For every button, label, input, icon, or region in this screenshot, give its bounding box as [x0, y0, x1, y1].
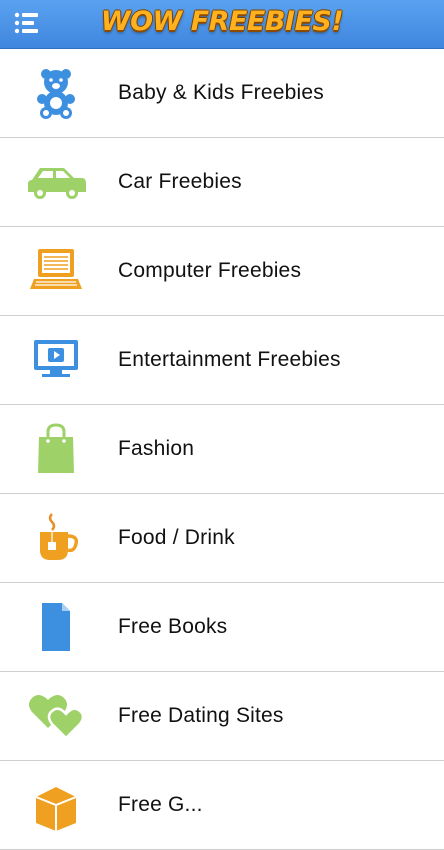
category-item-fashion[interactable]: Fashion [0, 405, 444, 494]
category-list: Baby & Kids Freebies Car Freebies Comput… [0, 49, 444, 850]
game-box-icon [24, 779, 88, 831]
category-item-entertainment[interactable]: Entertainment Freebies [0, 316, 444, 405]
category-item-baby-kids[interactable]: Baby & Kids Freebies [0, 49, 444, 138]
category-item-free-games[interactable]: Free G... [0, 761, 444, 850]
category-label: Baby & Kids Freebies [118, 81, 324, 104]
category-label: Entertainment Freebies [118, 348, 341, 371]
category-item-free-dating[interactable]: Free Dating Sites [0, 672, 444, 761]
laptop-icon [24, 245, 88, 297]
category-item-food-drink[interactable]: Food / Drink [0, 494, 444, 583]
hot-drink-icon [24, 512, 88, 564]
category-label: Car Freebies [118, 170, 242, 193]
two-hearts-icon [24, 690, 88, 742]
tv-play-icon [24, 334, 88, 386]
document-icon [24, 601, 88, 653]
category-label: Fashion [118, 437, 195, 460]
category-label: Free G... [118, 793, 203, 816]
app-logo: WOW FREEBIES! [100, 6, 344, 37]
category-item-free-books[interactable]: Free Books [0, 583, 444, 672]
category-label: Free Books [118, 615, 228, 638]
category-label: Computer Freebies [118, 259, 302, 282]
car-icon [24, 156, 88, 208]
category-label: Free Dating Sites [118, 704, 284, 727]
category-item-computer[interactable]: Computer Freebies [0, 227, 444, 316]
category-label: Food / Drink [118, 526, 235, 549]
shopping-bag-icon [24, 423, 88, 475]
category-item-car[interactable]: Car Freebies [0, 138, 444, 227]
teddy-bear-icon [24, 67, 88, 119]
app-header: WOW FREEBIES! [0, 0, 444, 49]
